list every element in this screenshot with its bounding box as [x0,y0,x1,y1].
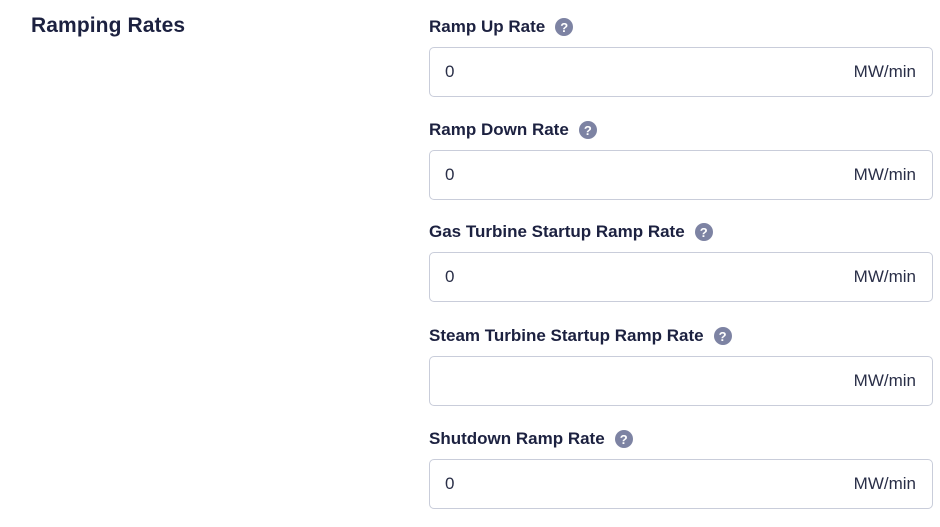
gas-turbine-startup-ramp-rate-label: Gas Turbine Startup Ramp Rate [429,222,685,241]
ramp-up-rate-label: Ramp Up Rate [429,17,546,36]
unit-label: MW/min [853,371,916,390]
gas-turbine-startup-ramp-rate-input-box[interactable]: MW/min [429,252,933,302]
ramp-down-rate-input-box[interactable]: MW/min [429,150,933,200]
shutdown-ramp-rate-field: Shutdown Ramp Rate ? MW/min [429,428,933,509]
unit-label: MW/min [853,62,916,81]
steam-turbine-startup-ramp-rate-label: Steam Turbine Startup Ramp Rate [429,326,704,345]
ramp-down-rate-input[interactable] [430,151,820,199]
help-icon[interactable]: ? [555,18,574,36]
shutdown-ramp-rate-label: Shutdown Ramp Rate [429,429,605,448]
field-label-row: Shutdown Ramp Rate ? [429,428,933,450]
gas-turbine-startup-ramp-rate-field: Gas Turbine Startup Ramp Rate ? MW/min [429,221,933,302]
ramp-up-rate-input[interactable] [430,48,820,96]
help-icon[interactable]: ? [614,430,633,448]
section-title: Ramping Rates [31,14,186,37]
field-label-row: Ramp Up Rate ? [429,16,933,38]
steam-turbine-startup-ramp-rate-field: Steam Turbine Startup Ramp Rate ? MW/min [429,325,933,406]
ramp-up-rate-input-box[interactable]: MW/min [429,47,933,97]
field-label-row: Steam Turbine Startup Ramp Rate ? [429,325,933,347]
shutdown-ramp-rate-input[interactable] [430,460,820,508]
help-icon[interactable]: ? [713,327,732,345]
ramp-up-rate-field: Ramp Up Rate ? MW/min [429,16,933,97]
steam-turbine-startup-ramp-rate-input[interactable] [430,357,820,405]
ramp-down-rate-field: Ramp Down Rate ? MW/min [429,119,933,200]
shutdown-ramp-rate-input-box[interactable]: MW/min [429,459,933,509]
field-label-row: Ramp Down Rate ? [429,119,933,141]
unit-label: MW/min [853,474,916,493]
gas-turbine-startup-ramp-rate-input[interactable] [430,253,820,301]
unit-label: MW/min [853,165,916,184]
unit-label: MW/min [853,267,916,286]
ramp-down-rate-label: Ramp Down Rate [429,120,569,139]
steam-turbine-startup-ramp-rate-input-box[interactable]: MW/min [429,356,933,406]
field-label-row: Gas Turbine Startup Ramp Rate ? [429,221,933,243]
help-icon[interactable]: ? [578,121,597,139]
help-icon[interactable]: ? [694,223,713,241]
